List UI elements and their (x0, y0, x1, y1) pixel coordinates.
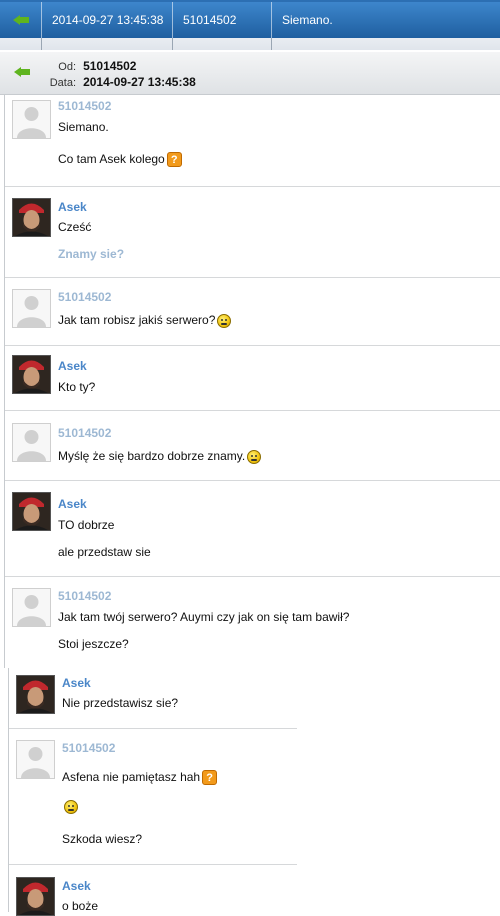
sad-emoticon-icon (62, 799, 78, 814)
sender-name: 51014502 (62, 741, 116, 755)
chat-message: Asek o boże (9, 865, 297, 916)
chat-message: 51014502 Asfena nie pamiętasz hah? Szkod… (9, 729, 297, 865)
from-row: Od: 51014502 (44, 59, 136, 73)
default-avatar-icon (16, 740, 55, 779)
user-photo-avatar (16, 675, 55, 714)
message-line: Nie przedstawisz sie? (62, 696, 179, 710)
message-line: Stoi jeszcze? (58, 637, 129, 651)
message-line: Szkoda wiesz? (62, 832, 143, 846)
sender-name: 51014502 (58, 290, 112, 304)
chat-message: Asek Nie przedstawisz sie? (9, 668, 297, 729)
default-avatar-icon (12, 289, 51, 328)
message-list: 2014-09-27 13:45:38 51014502 Siemano. 20… (0, 0, 500, 50)
chat-message: Asek Kto ty? (5, 346, 500, 411)
message-header: Od: 51014502 Data: 2014-09-27 13:45:38 (0, 52, 500, 95)
sender-name: 51014502 (58, 589, 112, 603)
chat-message: 51014502 Jak tam twój serwero? Auymi czy… (5, 577, 500, 668)
message-list-row-selected[interactable]: 2014-09-27 13:45:38 51014502 Siemano. (0, 2, 500, 38)
sender-name: Asek (58, 359, 87, 373)
chat-message: 51014502 Myślę że się bardzo dobrze znam… (5, 411, 500, 481)
laughing-emoticon-icon (217, 313, 232, 328)
default-avatar-icon (12, 100, 51, 139)
chat-message: 51014502 Siemano. Co tam Asek kolego? (5, 95, 500, 187)
message-line: Jak tam twój serwero? Auymi czy jak on s… (58, 610, 350, 624)
date-label: Data: (49, 77, 76, 89)
message-line: Asfena nie pamiętasz hah? (62, 770, 218, 786)
sender-name: 51014502 (58, 426, 112, 440)
chat-message: Asek TO dobrze ale przedstaw sie (5, 481, 500, 577)
from-label: Od: (58, 61, 76, 73)
sender-name: Asek (58, 497, 87, 511)
date-value: 2014-09-27 13:45:38 (83, 75, 196, 89)
user-photo-avatar (16, 877, 55, 916)
message-sender: 41460778 (173, 38, 272, 50)
message-line: TO dobrze (58, 518, 115, 532)
default-avatar-icon (12, 423, 51, 462)
user-photo-avatar (12, 492, 51, 531)
message-sender: 51014502 (173, 2, 272, 38)
message-date: 2014-09-27 13:45:38 (42, 2, 173, 38)
message-line: Siemano. (58, 120, 109, 134)
message-line: o boże (62, 899, 99, 913)
from-value: 51014502 (83, 59, 137, 73)
received-arrow-icon (0, 2, 42, 38)
question-emoticon-icon: ? (202, 770, 218, 786)
chat-message: 51014502 Jak tam robisz jakiś serwero? (5, 278, 500, 346)
message-date: 2014-09-27 09:21:24 (42, 38, 173, 50)
message-list-row[interactable]: 2014-09-27 09:21:24 41460778 UWAGA: W tr… (0, 38, 500, 50)
user-photo-avatar (12, 355, 51, 394)
message-preview: UWAGA: W trosce o bezpieczeństwo ... (272, 38, 500, 50)
message-line: Jak tam robisz jakiś serwero? (58, 313, 232, 328)
message-preview: Siemano. (282, 13, 333, 27)
user-photo-avatar (12, 198, 51, 237)
shocked-emoticon-icon (247, 449, 262, 464)
message-line: Co tam Asek kolego? (58, 152, 182, 168)
message-line: Myślę że się bardzo dobrze znamy. (58, 449, 262, 464)
message-line: Kto ty? (58, 380, 96, 394)
sender-name: Asek (62, 879, 91, 893)
message-line: Znamy sie? (58, 247, 125, 261)
conversation-thread: 51014502 Siemano. Co tam Asek kolego? As… (4, 95, 500, 668)
message-line: ale przedstaw sie (58, 545, 151, 559)
question-emoticon-icon: ? (166, 152, 182, 168)
sender-name: Asek (58, 200, 87, 214)
default-avatar-icon (12, 588, 51, 627)
sender-name: 51014502 (58, 99, 112, 113)
message-line: Cześć (58, 220, 92, 234)
date-row: Data: 2014-09-27 13:45:38 (44, 75, 196, 89)
sender-name: Asek (62, 676, 91, 690)
conversation-thread-continued: Asek Nie przedstawisz sie? 51014502 Asfe… (8, 668, 297, 916)
received-arrow-icon (0, 38, 42, 50)
chat-message: Asek Cześć Znamy sie? (5, 187, 500, 278)
